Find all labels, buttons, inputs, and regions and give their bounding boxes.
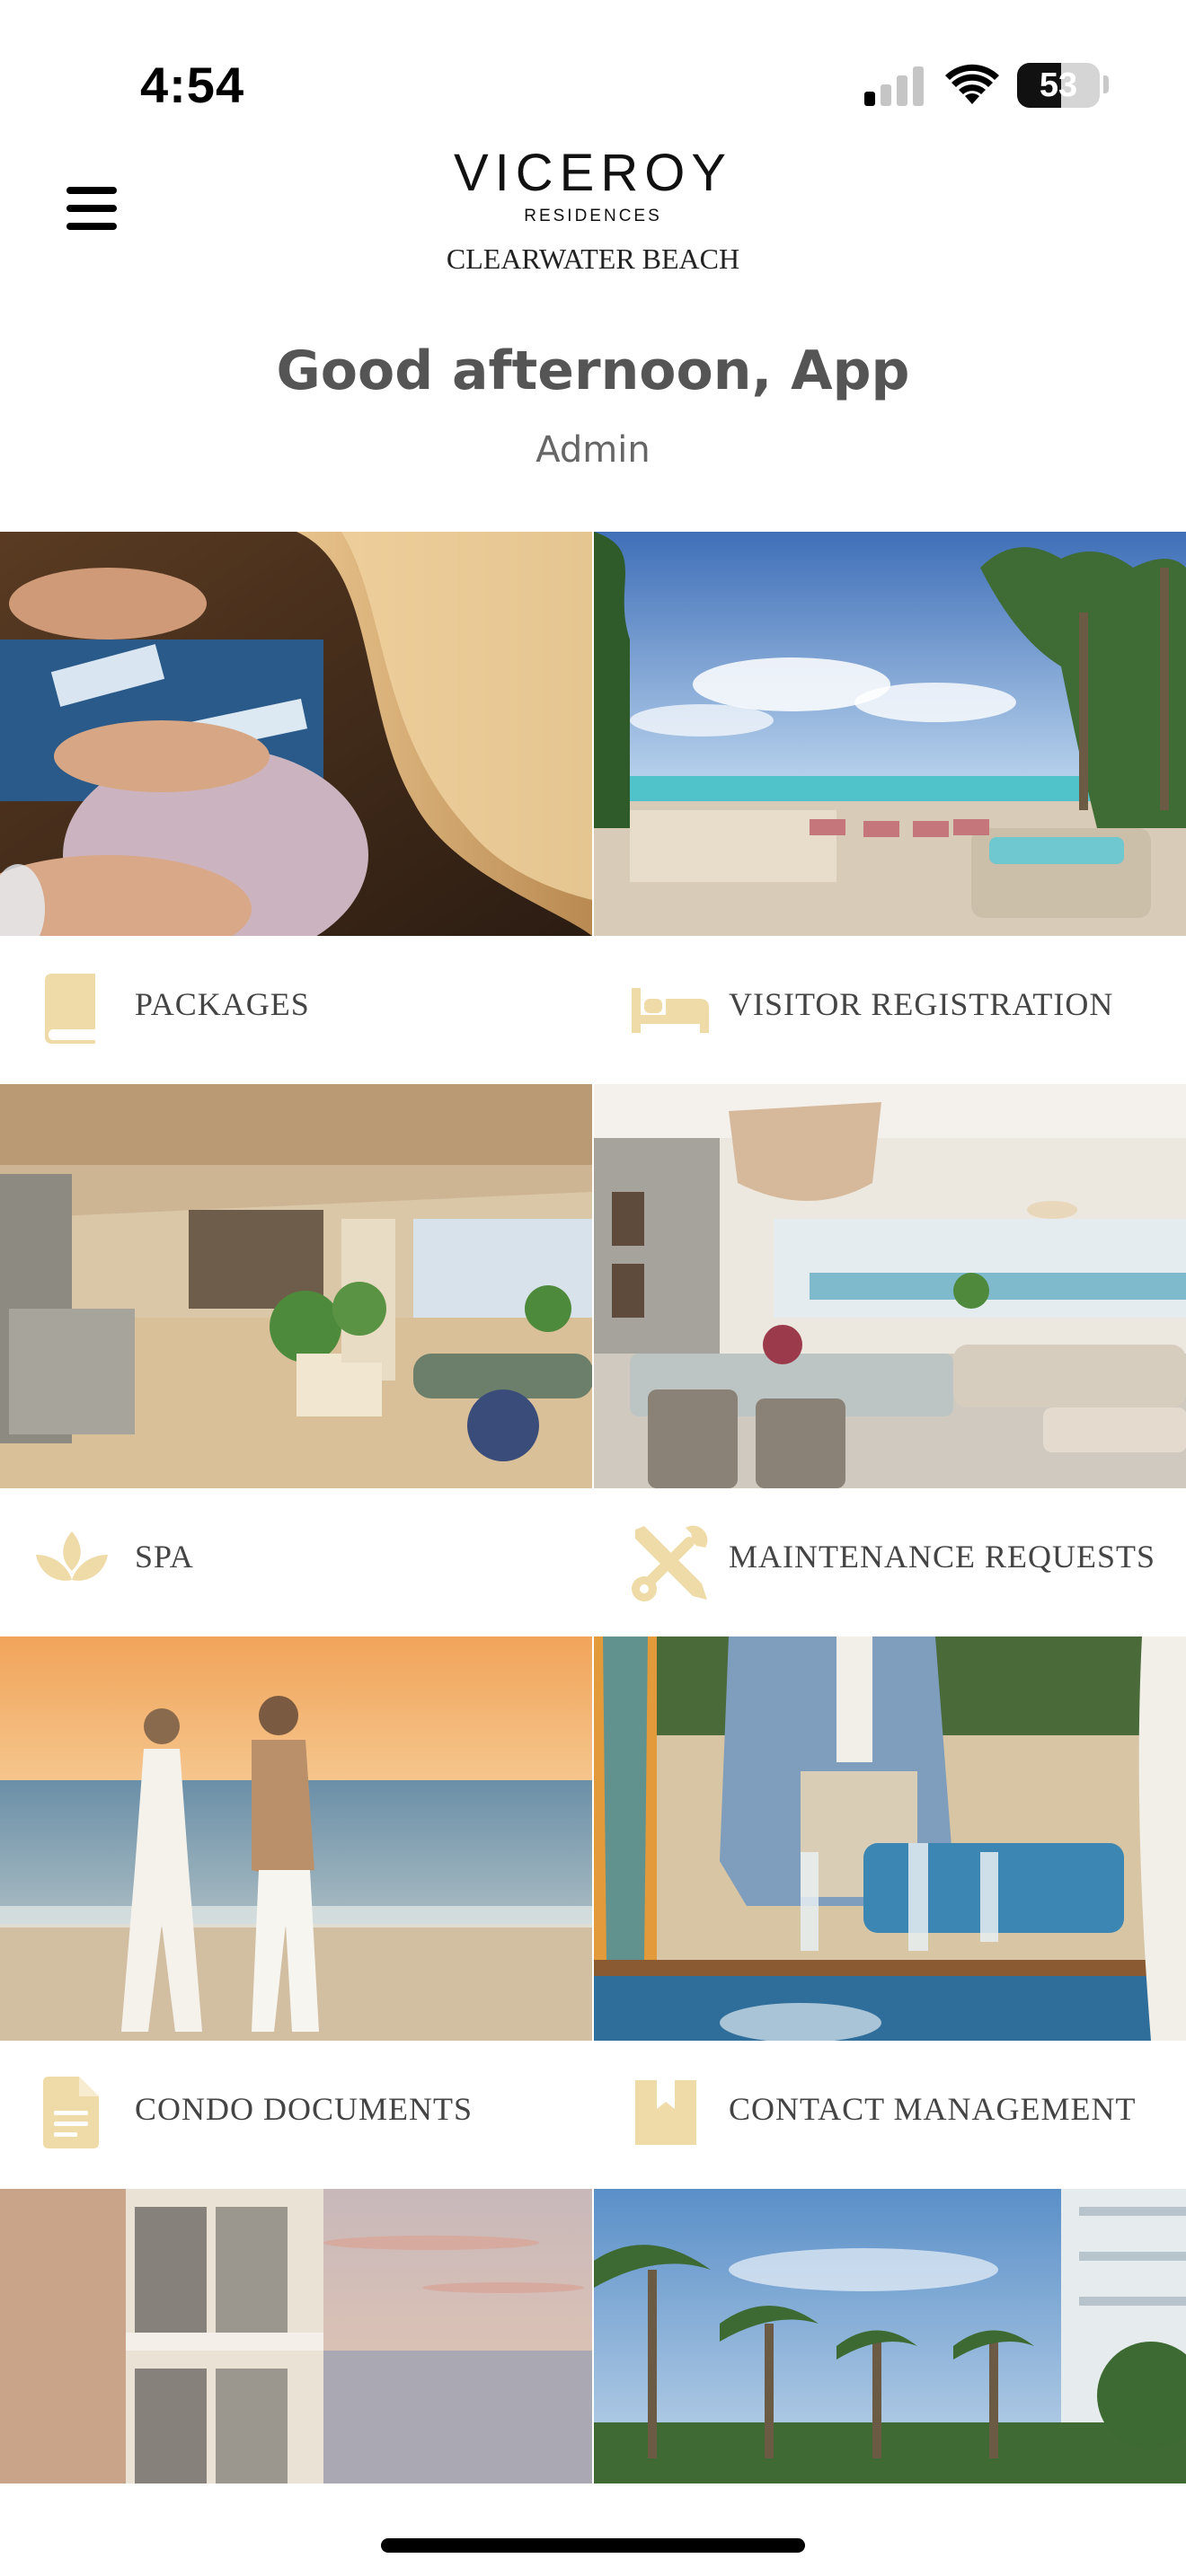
palm-trees-tower-photo [594, 2189, 1186, 2483]
tile-packages-label-row[interactable]: PACKAGES [0, 936, 592, 1084]
tile-condo-documents-label-row[interactable]: CONDO DOCUMENTS [0, 2041, 592, 2189]
document-icon [36, 2077, 108, 2148]
couple-walking-beach-sunset-photo [0, 1636, 592, 2041]
balcony-sunset-view-photo [0, 2189, 592, 2483]
greeting-title: Good afternoon, App [276, 340, 910, 402]
logo-wordmark: VICEROY [453, 144, 733, 202]
tools-icon [630, 1524, 708, 1601]
tile-label: SPA [135, 1539, 194, 1575]
bed-icon [630, 972, 709, 1044]
contacts-book-icon [630, 2077, 702, 2148]
status-time: 4:54 [140, 57, 245, 113]
battery-percent: 53 [1039, 66, 1078, 104]
status-bar: 4:54 53 [0, 0, 1186, 135]
beach-dinner-table-photo [594, 1636, 1186, 2041]
hamburger-menu-button[interactable] [63, 180, 120, 237]
greeting-subtitle: Admin [535, 429, 651, 471]
tile-maintenance-requests-label-row[interactable]: MAINTENANCE REQUESTS [594, 1488, 1186, 1636]
pool-deck-ocean-view-photo [594, 532, 1186, 936]
brand-logo: VICEROY RESIDENCES CLEARWATER BEACH [413, 144, 773, 277]
logo-subtitle: RESIDENCES [524, 207, 662, 225]
tile-label: VISITOR REGISTRATION [729, 986, 1114, 1022]
logo-location: CLEARWATER BEACH [446, 243, 740, 275]
tile-contact-management-label-row[interactable]: CONTACT MANAGEMENT [594, 2041, 1186, 2189]
home-indicator[interactable] [381, 2538, 805, 2553]
tile-label: CONDO DOCUMENTS [135, 2091, 474, 2127]
restaurant-lounge-interior-photo [0, 1084, 592, 1488]
tile-label: PACKAGES [135, 986, 310, 1022]
book-icon [36, 972, 108, 1044]
tile-spa-label-row[interactable]: SPA [0, 1488, 592, 1636]
cellular-signal-icon [864, 66, 925, 106]
bottom-safe-area [0, 2483, 1186, 2576]
hands-with-wine-glass-photo [0, 532, 592, 936]
tile-label: CONTACT MANAGEMENT [729, 2091, 1137, 2127]
battery-icon: 53 [1017, 63, 1100, 108]
lotus-icon [36, 1524, 108, 1596]
living-dining-room-photo [594, 1084, 1186, 1488]
battery-cap [1103, 75, 1109, 93]
tile-visitor-registration-label-row[interactable]: VISITOR REGISTRATION [594, 936, 1186, 1084]
wifi-icon [945, 63, 999, 106]
tile-label: MAINTENANCE REQUESTS [729, 1539, 1155, 1575]
